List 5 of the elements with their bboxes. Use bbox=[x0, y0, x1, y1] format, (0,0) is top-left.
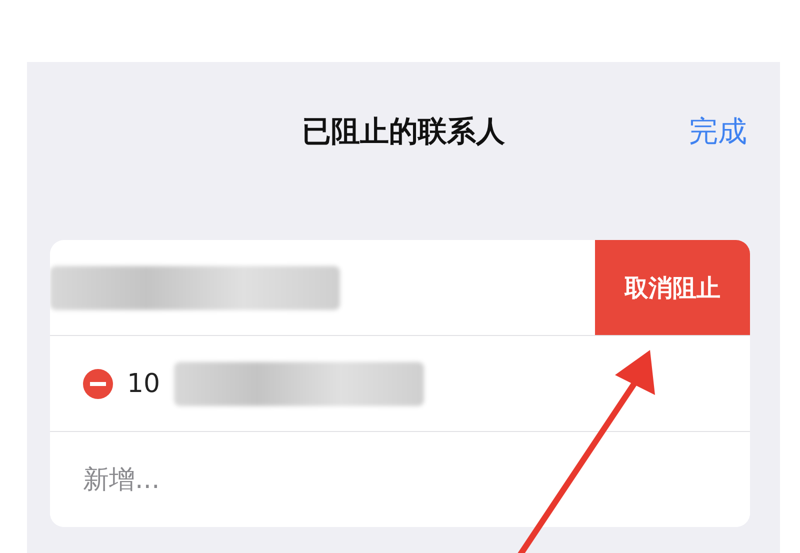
screen-title: 已阻止的联系人 bbox=[302, 113, 505, 150]
unblock-button[interactable]: 取消阻止 bbox=[595, 240, 750, 335]
done-button[interactable]: 完成 bbox=[689, 112, 747, 152]
phone-number: 10 bbox=[127, 368, 160, 398]
remove-icon[interactable] bbox=[83, 368, 113, 398]
